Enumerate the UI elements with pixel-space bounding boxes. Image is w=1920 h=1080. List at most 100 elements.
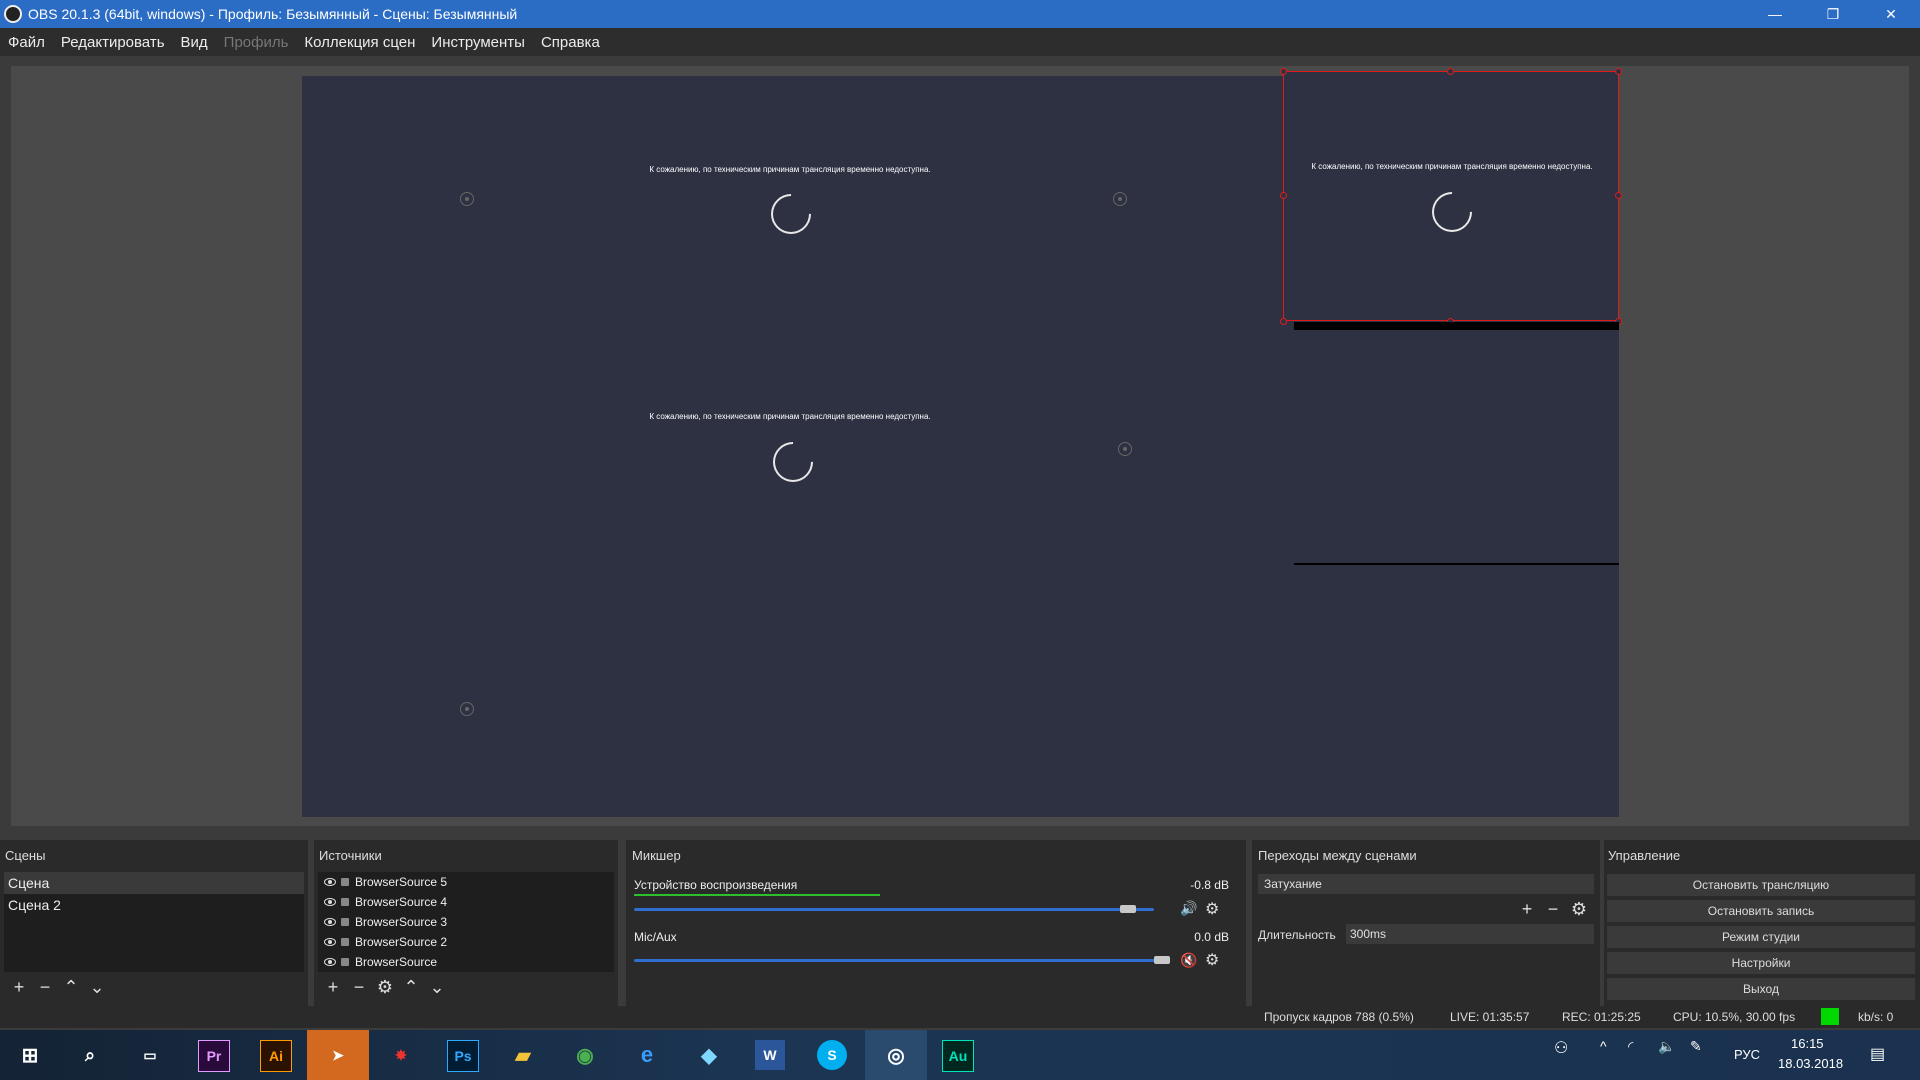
add-transition-icon[interactable]: + xyxy=(1514,898,1540,920)
illustrator-icon[interactable]: Ai xyxy=(260,1040,292,1072)
premiere-icon[interactable]: Pr xyxy=(198,1040,230,1072)
remove-scene-icon[interactable]: − xyxy=(32,976,58,998)
resize-handle[interactable] xyxy=(1280,192,1287,199)
menu-edit[interactable]: Редактировать xyxy=(53,34,173,51)
diamond-icon[interactable]: ◆ xyxy=(694,1040,724,1070)
source-label: BrowserSource 4 xyxy=(355,895,448,909)
cpu-fps: CPU: 10.5%, 30.00 fps xyxy=(1673,1010,1796,1024)
status-indicator xyxy=(1821,1008,1839,1025)
scenes-list: Сцена Сцена 2 xyxy=(4,872,304,972)
source-label: BrowserSource 2 xyxy=(355,935,448,949)
visibility-eye-icon[interactable] xyxy=(324,878,336,886)
studio-mode-button[interactable]: Режим студии xyxy=(1607,926,1915,948)
volume-slider[interactable] xyxy=(634,908,1154,911)
channel-name: Mic/Aux xyxy=(634,930,677,944)
duration-field[interactable]: 300ms xyxy=(1346,924,1594,944)
source-item[interactable]: BrowserSource xyxy=(318,952,614,972)
volume-slider-knob[interactable] xyxy=(1120,905,1136,913)
word-icon[interactable]: W xyxy=(755,1040,785,1070)
resize-handle[interactable] xyxy=(1280,318,1287,325)
settings-button[interactable]: Настройки xyxy=(1607,952,1915,974)
menu-help[interactable]: Справка xyxy=(533,34,608,51)
pen-icon[interactable]: ✎ xyxy=(1690,1038,1702,1055)
visibility-eye-icon[interactable] xyxy=(324,938,336,946)
source-item[interactable]: BrowserSource 4 xyxy=(318,892,614,912)
lock-icon[interactable] xyxy=(341,918,349,926)
gear-icon[interactable]: ⚙ xyxy=(1566,898,1592,920)
skype-icon[interactable]: S xyxy=(817,1040,847,1070)
windows-start-icon[interactable]: ⊞ xyxy=(15,1040,45,1070)
gear-icon[interactable]: ⚙ xyxy=(372,976,398,998)
menu-tools[interactable]: Инструменты xyxy=(423,34,533,51)
bitrate: kb/s: 0 xyxy=(1858,1010,1894,1024)
resize-handle[interactable] xyxy=(1615,68,1622,75)
exit-button[interactable]: Выход xyxy=(1607,978,1915,1000)
channel-db: -0.8 dB xyxy=(1190,878,1229,892)
clock-time[interactable]: 16:15 xyxy=(1791,1036,1824,1051)
speaker-muted-icon[interactable]: 🔇 xyxy=(1180,952,1197,969)
gear-icon[interactable]: ⚙ xyxy=(1205,950,1219,970)
speaker-icon[interactable]: 🔊 xyxy=(1180,900,1197,917)
move-up-icon[interactable]: ⌃ xyxy=(398,976,424,998)
search-icon[interactable]: ⌕ xyxy=(75,1040,105,1070)
move-down-icon[interactable]: ⌄ xyxy=(424,976,450,998)
lock-icon[interactable] xyxy=(341,938,349,946)
people-icon[interactable]: ⚇ xyxy=(1554,1038,1568,1058)
remove-transition-icon[interactable]: − xyxy=(1540,898,1566,920)
visibility-eye-icon[interactable] xyxy=(324,958,336,966)
resize-handle[interactable] xyxy=(1615,192,1622,199)
chevron-up-icon[interactable]: ^ xyxy=(1600,1038,1607,1054)
visibility-eye-icon[interactable] xyxy=(324,898,336,906)
stop-streaming-button[interactable]: Остановить трансляцию xyxy=(1607,874,1915,896)
resize-handle[interactable] xyxy=(1280,68,1287,75)
selected-source[interactable]: К сожалению, по техническим причинам тра… xyxy=(1283,71,1619,321)
language-indicator[interactable]: РУС xyxy=(1734,1047,1760,1062)
transition-select[interactable]: Затухание xyxy=(1258,874,1594,894)
resize-handle[interactable] xyxy=(1447,68,1454,75)
notifications-icon[interactable]: ▤ xyxy=(1870,1044,1885,1064)
photoshop-icon[interactable]: Ps xyxy=(447,1040,479,1072)
lock-icon[interactable] xyxy=(341,958,349,966)
transition-toolbar: + − ⚙ xyxy=(1514,898,1592,920)
gear-icon[interactable]: ⚙ xyxy=(1205,899,1219,919)
window-title: OBS 20.1.3 (64bit, windows) - Профиль: Б… xyxy=(28,6,518,22)
chrome-icon[interactable]: ◉ xyxy=(570,1040,600,1070)
add-source-icon[interactable]: + xyxy=(320,976,346,998)
move-down-icon[interactable]: ⌄ xyxy=(84,976,110,998)
source-item[interactable]: BrowserSource 5 xyxy=(318,872,614,892)
volume-icon[interactable]: 🔈 xyxy=(1658,1038,1675,1055)
task-view-icon[interactable]: ▭ xyxy=(135,1040,165,1070)
minimize-button[interactable]: — xyxy=(1746,0,1804,28)
volume-slider[interactable] xyxy=(634,959,1162,962)
move-up-icon[interactable]: ⌃ xyxy=(58,976,84,998)
telegram-icon[interactable]: ➤ xyxy=(307,1030,369,1080)
audition-icon[interactable]: Au xyxy=(942,1040,974,1072)
target-icon xyxy=(1113,192,1127,206)
volume-slider-knob[interactable] xyxy=(1154,956,1170,964)
source-item[interactable]: BrowserSource 3 xyxy=(318,912,614,932)
red-app-icon[interactable]: ✸ xyxy=(386,1040,416,1070)
lock-icon[interactable] xyxy=(341,898,349,906)
close-button[interactable]: ✕ xyxy=(1862,0,1920,28)
network-icon[interactable]: ◜ xyxy=(1628,1038,1633,1055)
remove-source-icon[interactable]: − xyxy=(346,976,372,998)
source-label: BrowserSource 5 xyxy=(355,875,448,889)
target-icon xyxy=(1118,442,1132,456)
menu-view[interactable]: Вид xyxy=(173,34,216,51)
edge-icon[interactable]: e xyxy=(632,1040,662,1070)
file-explorer-icon[interactable]: ▰ xyxy=(508,1040,538,1070)
menu-file[interactable]: Файл xyxy=(0,34,53,51)
clock-date[interactable]: 18.03.2018 xyxy=(1778,1056,1843,1071)
add-scene-icon[interactable]: + xyxy=(6,976,32,998)
menu-bar: Файл Редактировать Вид Профиль Коллекция… xyxy=(0,28,1920,56)
visibility-eye-icon[interactable] xyxy=(324,918,336,926)
obs-icon[interactable]: ◎ xyxy=(865,1030,927,1080)
menu-scene-collection[interactable]: Коллекция сцен xyxy=(296,34,423,51)
source-item[interactable]: BrowserSource 2 xyxy=(318,932,614,952)
menu-profile[interactable]: Профиль xyxy=(216,34,297,51)
stop-recording-button[interactable]: Остановить запись xyxy=(1607,900,1915,922)
lock-icon[interactable] xyxy=(341,878,349,886)
maximize-button[interactable]: ❐ xyxy=(1804,0,1862,28)
scene-item[interactable]: Сцена 2 xyxy=(4,894,304,916)
scene-item[interactable]: Сцена xyxy=(4,872,304,894)
